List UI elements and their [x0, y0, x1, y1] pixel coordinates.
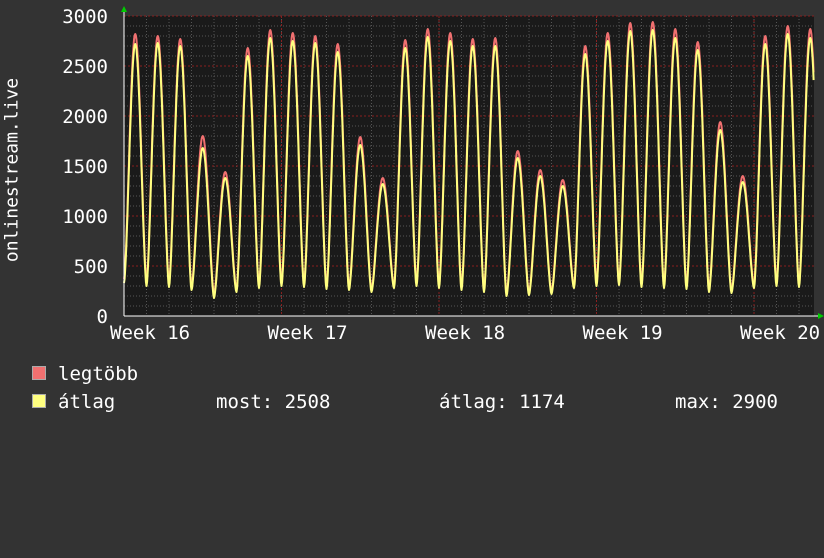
legend: legtöbb átlag most: 2508 átlag: 1174 max… [32, 362, 824, 422]
legend-swatch-max [32, 366, 46, 380]
y-tick-label: 1500 [62, 156, 108, 178]
legend-row-max: legtöbb [32, 362, 138, 386]
stat-average: átlag: 1174 [439, 391, 565, 413]
y-tick-label: 2000 [62, 106, 108, 128]
stat-now: most: 2508 [216, 391, 331, 413]
y-tick-label: 2500 [62, 56, 108, 78]
legend-label-avg: átlag [58, 391, 116, 413]
x-tick-label: Week 17 [268, 322, 348, 340]
x-tick-label: Week 20 [740, 322, 820, 340]
x-axis-arrow [818, 313, 824, 319]
y-axis-label-wrap: onlinestream.live [0, 20, 24, 320]
traffic-chart: 0 500 1000 1500 2000 2500 3000 Week 16 Week 17 We… [0, 0, 824, 344]
y-tick-label: 1000 [62, 206, 108, 228]
y-tick-label: 0 [97, 306, 108, 328]
x-tick-label: Week 16 [110, 322, 190, 340]
y-tick-label: 500 [74, 256, 108, 278]
legend-swatch-avg [32, 394, 46, 408]
y-tick-label: 3000 [62, 6, 108, 28]
legend-row-avg: átlag most: 2508 átlag: 1174 max: 2900 [32, 390, 824, 414]
y-axis-label: onlinestream.live [1, 77, 23, 263]
y-axis-arrow [121, 6, 127, 12]
chart-svg: 0 500 1000 1500 2000 2500 3000 Week 16 Week 17 We… [62, 6, 824, 344]
x-tick-label: Week 19 [583, 322, 663, 340]
legend-label-max: legtöbb [58, 363, 139, 385]
x-tick-label: Week 18 [425, 322, 505, 340]
stat-maximum: max: 2900 [675, 391, 778, 413]
